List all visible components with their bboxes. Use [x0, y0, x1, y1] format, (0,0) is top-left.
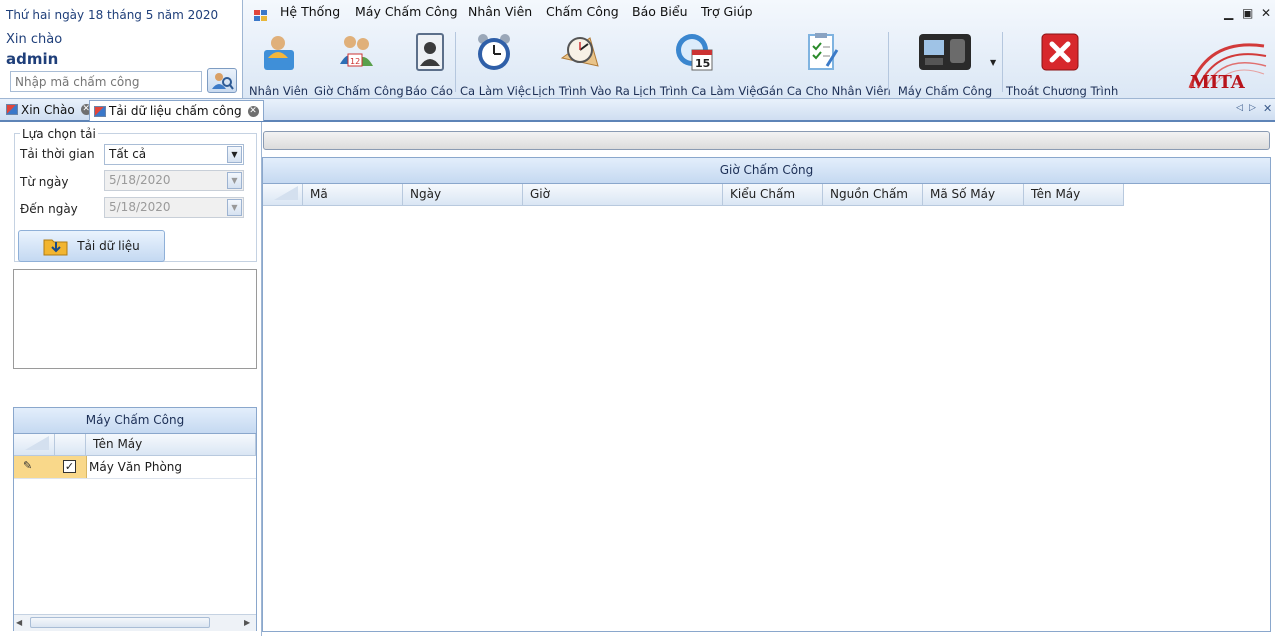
shift-schedule-button[interactable]: 15 Lịch Trình Ca Làm Việc [633, 32, 763, 98]
device-dropdown-icon[interactable]: ▼ [990, 58, 996, 67]
column-header-code[interactable]: Mã [303, 184, 403, 206]
chevron-down-icon: ▼ [227, 172, 242, 189]
from-date-label: Từ ngày [20, 175, 69, 189]
greeting-text: Xin chào [6, 32, 63, 47]
scroll-right-icon[interactable]: ▶ [244, 618, 250, 627]
to-date-label: Đến ngày [20, 202, 78, 216]
username: admin [6, 50, 59, 68]
employee-icon [258, 32, 298, 72]
svg-text:15: 15 [695, 57, 710, 70]
column-header-punch-source[interactable]: Nguồn Chấm [823, 184, 923, 206]
row-checkbox[interactable]: ✓ [63, 460, 76, 473]
toolbar-separator [888, 32, 889, 92]
period-select[interactable]: Tất cả ▼ [104, 144, 244, 165]
attendance-records-grid [262, 157, 1271, 632]
menu-employee[interactable]: Nhân Viên [468, 4, 532, 19]
tab-download-attendance[interactable]: Tải dữ liệu chấm công ✕ [89, 100, 264, 121]
machine-name-header[interactable]: Tên Máy [86, 434, 256, 456]
attendance-records-title: Giờ Chấm Công [263, 158, 1270, 184]
machine-name-cell: Máy Văn Phòng [89, 460, 183, 474]
time-clock-device-button[interactable]: Máy Chấm Công [895, 32, 995, 98]
download-data-button[interactable]: Tải dữ liệu [18, 230, 165, 262]
row-selector-header[interactable] [263, 184, 303, 206]
from-date-picker: 5/18/2020 ▼ [104, 170, 244, 191]
time-clock-grid-title: Máy Chấm Công [14, 408, 256, 434]
svg-text:12: 12 [350, 57, 360, 66]
chevron-down-icon: ▼ [227, 199, 242, 216]
period-label: Tải thời gian [20, 147, 95, 161]
column-header-machine-id[interactable]: Mã Số Máy [923, 184, 1024, 206]
scroll-thumb[interactable] [30, 617, 210, 628]
tab-welcome[interactable]: Xin Chào ✕ [2, 100, 96, 119]
menu-time-clock[interactable]: Máy Chấm Công [355, 4, 458, 19]
scroll-left-icon[interactable]: ◀ [16, 618, 22, 627]
column-header-punch-type[interactable]: Kiểu Chấm [723, 184, 823, 206]
tab-scroll-right-icon[interactable]: ▷ [1249, 103, 1256, 113]
close-icon[interactable]: ✕ [1261, 6, 1271, 20]
exit-button[interactable]: Thoát Chương Trình [1006, 32, 1118, 98]
in-out-schedule-button[interactable]: Lịch Trình Vào Ra [532, 32, 630, 98]
to-date-picker: 5/18/2020 ▼ [104, 197, 244, 218]
restore-icon[interactable]: ▣ [1242, 6, 1253, 20]
table-row[interactable]: ✎ ✓ Máy Văn Phòng [14, 456, 256, 479]
menu-reports[interactable]: Báo Biểu [632, 4, 688, 19]
attendance-time-icon: 12 [336, 32, 376, 72]
current-date: Thứ hai ngày 18 tháng 5 năm 2020 [6, 8, 219, 22]
download-progress-bar [263, 131, 1270, 150]
report-icon [409, 32, 449, 72]
clock-schedule-icon [560, 32, 600, 72]
lookup-user-button[interactable] [207, 68, 237, 93]
close-tab-icon[interactable]: ✕ [247, 105, 259, 117]
row-selector-header[interactable] [14, 434, 55, 456]
user-search-icon [212, 73, 234, 90]
assign-shift-button[interactable]: Gán Ca Cho Nhân Viên [760, 32, 891, 98]
app-menu-icon[interactable] [254, 10, 267, 22]
status-log-box [13, 269, 257, 369]
mita-logo: MITA [1178, 28, 1270, 94]
chevron-down-icon[interactable]: ▼ [227, 146, 242, 163]
column-header-machine-name[interactable]: Tên Máy [1024, 184, 1124, 206]
attendance-time-button[interactable]: 12 Giờ Chấm Công [314, 32, 404, 98]
exit-x-icon [1040, 32, 1080, 72]
toolbar-separator [1002, 32, 1003, 92]
tab-scroll-left-icon[interactable]: ◁ [1236, 103, 1243, 113]
checkbox-column-header[interactable] [55, 434, 86, 456]
minimize-icon[interactable]: ▁ [1224, 6, 1233, 20]
logo-text: MITA [1190, 72, 1246, 93]
menu-system[interactable]: Hệ Thống [280, 4, 340, 19]
close-all-tabs-icon[interactable]: ✕ [1263, 102, 1272, 115]
group-title: Lựa chọn tải [20, 127, 98, 141]
time-clock-device-icon [917, 32, 973, 72]
column-header-date[interactable]: Ngày [403, 184, 523, 206]
checklist-icon [801, 32, 841, 72]
alarm-clock-icon [474, 32, 514, 72]
window-icon [94, 105, 106, 117]
window-icon [6, 104, 18, 115]
menu-help[interactable]: Trợ Giúp [701, 4, 753, 19]
horizontal-scrollbar[interactable]: ◀ ▶ [14, 614, 256, 631]
calendar-15-icon: 15 [674, 32, 714, 72]
row-checkbox-cell[interactable]: ✓ [55, 456, 87, 478]
attendance-code-input[interactable] [10, 71, 202, 92]
pencil-icon: ✎ [23, 459, 33, 472]
work-shift-button[interactable]: Ca Làm Việc [460, 32, 531, 98]
column-header-time[interactable]: Giờ [523, 184, 723, 206]
menu-attendance[interactable]: Chấm Công [546, 4, 619, 19]
employee-button[interactable]: Nhân Viên [249, 32, 308, 98]
row-edit-indicator: ✎ [14, 456, 56, 478]
report-button[interactable]: Báo Cáo [405, 32, 453, 98]
download-folder-icon [43, 239, 68, 256]
toolbar-separator [455, 32, 456, 92]
